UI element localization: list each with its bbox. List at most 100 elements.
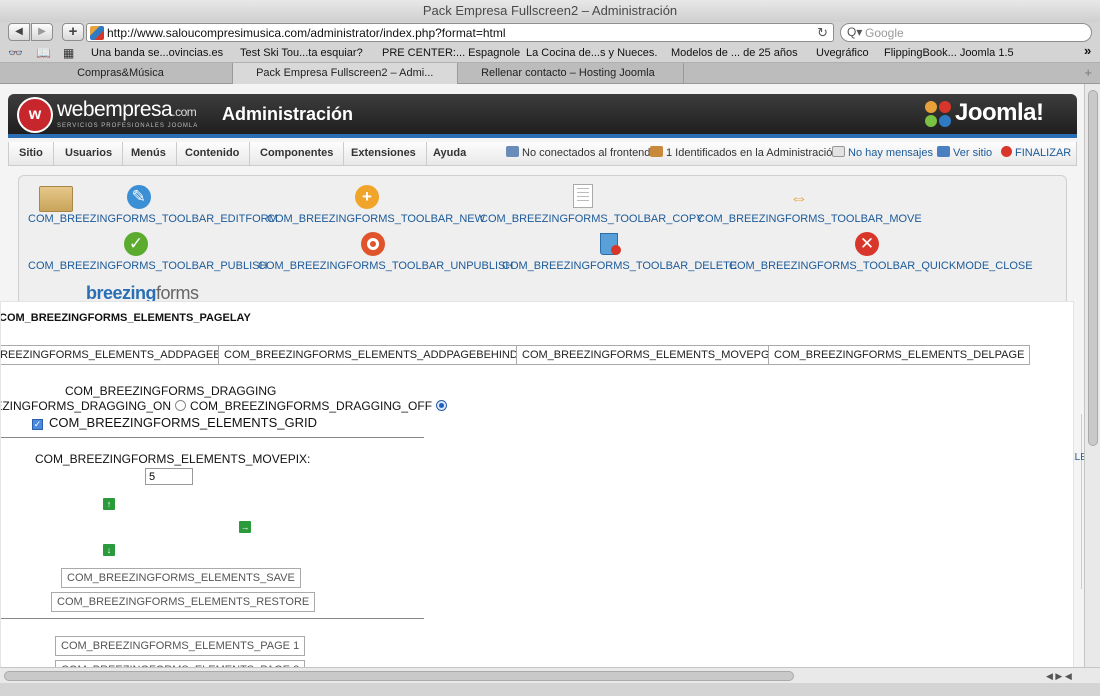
bookmark-item[interactable]: FlippingBook... Joomla 1.5 [884, 46, 1014, 60]
toolbar-copy-button[interactable]: COM_BREEZINGFORMS_TOOLBAR_COPY [480, 184, 704, 228]
arrow-up-icon[interactable]: ↑ [103, 498, 115, 510]
reading-list-icon[interactable]: 👓 [8, 45, 23, 61]
page-title: Administración [222, 104, 354, 124]
toolbar-delete-label: COM_BREEZINGFORMS_TOOLBAR_DELETE [502, 260, 738, 272]
toolbar-unpublish-label: COM_BREEZINGFORMS_TOOLBAR_UNPUBLISH [258, 260, 514, 272]
tab-rellenar-contacto[interactable]: Rellenar contacto – Hosting Joomla [458, 63, 684, 84]
move-icon: ⇔ [790, 188, 808, 208]
top-sites-icon[interactable]: ▦ [63, 45, 74, 61]
logout-link[interactable]: FINALIZAR [1001, 142, 1071, 165]
toolbar-editform-label: COM_BREEZINGFORMS_TOOLBAR_EDITFORM [28, 213, 278, 225]
forward-button[interactable]: ▶ [31, 23, 53, 41]
add-bookmark-button[interactable]: + [62, 23, 84, 41]
vertical-scrollbar[interactable] [1084, 84, 1100, 667]
add-page-behind-button[interactable]: COM_BREEZINGFORMS_ELEMENTS_ADDPAGEBEHIND [218, 345, 524, 365]
arrow-down-icon[interactable]: ↓ [103, 544, 115, 556]
status-messages[interactable]: No hay mensajes [832, 142, 933, 165]
menu-extensiones[interactable]: Extensiones [341, 142, 427, 165]
dragging-title: COM_BREEZINGFORMS_DRAGGING [65, 384, 277, 398]
pagelay-title: COM_BREEZINGFORMS_ELEMENTS_PAGELAY [0, 312, 251, 324]
more-bookmarks-icon[interactable]: » [1084, 44, 1091, 58]
joomla-star-icon [925, 101, 951, 127]
tab-pack-empresa[interactable]: Pack Empresa Fullscreen2 – Admi... [233, 63, 458, 84]
toolbar-move-button[interactable]: ⇔ COM_BREEZINGFORMS_TOOLBAR_MOVE [697, 184, 922, 228]
plus-icon: + [354, 184, 380, 210]
bookmarks-bar: 👓 📖 ▦ Una banda se...ovincias.es Test Sk… [0, 43, 1100, 63]
power-icon [1001, 146, 1012, 157]
grid-option: ✓ COM_BREEZINGFORMS_ELEMENTS_GRID [32, 415, 317, 430]
dragging-options: COM_BREEZINGFORMS_DRAGGING_ON COM_BREEZIN… [1, 399, 451, 413]
new-tab-icon[interactable]: + [1084, 63, 1092, 83]
menu-sitio[interactable]: Sitio [9, 142, 54, 165]
restore-layout-button[interactable]: COM_BREEZINGFORMS_ELEMENTS_RESTORE [51, 592, 316, 612]
toolbar-quickmode-close-button[interactable]: ✕ COM_BREEZINGFORMS_TOOLBAR_QUICKMODE_CL… [729, 231, 1033, 275]
movepix-input[interactable] [145, 468, 193, 485]
toolbar-unpublish-button[interactable]: COM_BREEZINGFORMS_TOOLBAR_UNPUBLISH [258, 231, 514, 275]
browser-toolbar: ◀ ▶ + http://www.saloucompresimusica.com… [0, 22, 1100, 43]
status-messages-label[interactable]: No hay mensajes [848, 147, 933, 159]
horizontal-scroll-thumb[interactable] [4, 671, 794, 681]
back-button[interactable]: ◀ [8, 23, 30, 41]
bookmark-item[interactable]: La Cocina de...s y Nueces. [526, 46, 657, 60]
tab-compras[interactable]: Compras&Música [0, 63, 233, 84]
toolbar-quickmode-close-label: COM_BREEZINGFORMS_TOOLBAR_QUICKMODE_CLOS… [729, 260, 1033, 272]
box-icon [38, 184, 73, 212]
save-layout-button[interactable]: COM_BREEZINGFORMS_ELEMENTS_SAVE [61, 568, 301, 588]
section-divider [1, 437, 424, 438]
menu-ayuda[interactable]: Ayuda [423, 142, 476, 165]
menu-usuarios[interactable]: Usuarios [55, 142, 124, 165]
admin-menubar: Sitio Usuarios Menús Contenido Component… [8, 142, 1077, 166]
vertical-scroll-thumb[interactable] [1088, 90, 1098, 446]
users-icon [506, 146, 519, 157]
reload-icon[interactable]: ↻ [817, 24, 828, 41]
url-text[interactable]: http://www.saloucompresimusica.com/admin… [107, 25, 506, 41]
unpublish-icon [360, 231, 386, 257]
mail-icon [832, 146, 845, 157]
bookmarks-icon[interactable]: 📖 [36, 45, 51, 61]
scroll-arrows-icon[interactable]: ◀ ▶ ◀ [1046, 669, 1072, 683]
section-divider [1, 618, 424, 619]
dragging-on-radio[interactable] [175, 400, 187, 411]
logo-name: webempresa [57, 98, 173, 121]
delete-page-button[interactable]: COM_BREEZINGFORMS_ELEMENTS_DELPAGE [768, 345, 1031, 365]
dragging-off-radio[interactable] [436, 400, 448, 411]
component-toolbar: ✎ COM_BREEZINGFORMS_TOOLBAR_EDITFORM + C… [18, 175, 1067, 305]
logout-label[interactable]: FINALIZAR [1015, 147, 1071, 159]
search-icon[interactable]: Q▾ [847, 24, 862, 41]
status-admin: 1 Identificados en la Administración [650, 142, 838, 165]
menu-contenido[interactable]: Contenido [175, 142, 251, 165]
toolbar-copy-label: COM_BREEZINGFORMS_TOOLBAR_COPY [480, 213, 704, 225]
address-bar[interactable]: http://www.saloucompresimusica.com/admin… [86, 23, 834, 42]
toolbar-delete-button[interactable]: COM_BREEZINGFORMS_TOOLBAR_DELETE [502, 231, 738, 275]
toolbar-publish-button[interactable]: ✓ COM_BREEZINGFORMS_TOOLBAR_PUBLISH [28, 231, 267, 275]
menu-componentes[interactable]: Componentes [250, 142, 345, 165]
logo-tagline: SERVICIOS PROFESIONALES JOOMLA [57, 123, 199, 129]
arrow-right-icon[interactable]: → [239, 521, 251, 533]
logo-tld: .com [172, 105, 197, 119]
page-1-button[interactable]: COM_BREEZINGFORMS_ELEMENTS_PAGE 1 [55, 636, 306, 656]
tab-label: Pack Empresa Fullscreen2 – Admi... [256, 67, 434, 79]
close-icon: ✕ [854, 231, 880, 257]
status-view-site-label[interactable]: Ver sitio [953, 147, 992, 159]
bookmark-item[interactable]: Test Ski Tou...ta esquiar? [240, 46, 363, 60]
dragging-on-label: COM_BREEZINGFORMS_DRAGGING_ON [1, 399, 172, 413]
horizontal-scrollbar[interactable]: ◀ ▶ ◀ [0, 667, 1100, 683]
menu-menus[interactable]: Menús [121, 142, 177, 165]
bookmark-item[interactable]: Uvegráfico [816, 46, 869, 60]
toolbar-new-button[interactable]: + COM_BREEZINGFORMS_TOOLBAR_NEW [267, 184, 485, 228]
dragging-off-label: COM_BREEZINGFORMS_DRAGGING_OFF [190, 399, 433, 413]
search-placeholder[interactable]: Google [865, 25, 904, 41]
bookmark-item[interactable]: PRE CENTER:... Espagnole [382, 46, 520, 60]
bookmark-item[interactable]: Una banda se...ovincias.es [91, 46, 223, 60]
grid-checkbox[interactable]: ✓ [32, 419, 43, 430]
move-page-button[interactable]: COM_BREEZINGFORMS_ELEMENTS_MOVEPG [516, 345, 776, 365]
brand-part1: breezing [86, 283, 157, 303]
webempresa-logo: webempresa.com [57, 98, 197, 122]
search-field[interactable]: Q▾ Google [840, 23, 1092, 42]
status-view-site[interactable]: Ver sitio [937, 142, 992, 165]
bookmark-item[interactable]: Modelos de ... de 25 años [671, 46, 798, 60]
brand-part2: forms [156, 283, 199, 303]
tab-label: Rellenar contacto – Hosting Joomla [481, 67, 655, 79]
toolbar-editform-button[interactable]: ✎ COM_BREEZINGFORMS_TOOLBAR_EDITFORM [28, 184, 278, 228]
grid-label: COM_BREEZINGFORMS_ELEMENTS_GRID [49, 415, 317, 430]
